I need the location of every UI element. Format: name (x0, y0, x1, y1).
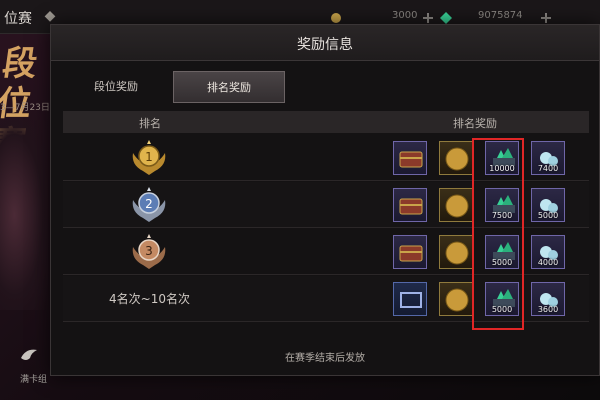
dialog-header: 奖励信息 (51, 25, 599, 61)
bottom-left-label: 满卡组 (20, 375, 48, 385)
tab-level-reward[interactable]: 段位奖励 (71, 71, 161, 103)
chest-icon[interactable] (393, 188, 427, 222)
reward-items: 10000 7400 (393, 141, 593, 175)
diamond-icon[interactable]: ◆ (42, 8, 58, 24)
item-quantity: 7500 (491, 211, 513, 220)
item-quantity: 5000 (491, 258, 513, 267)
resource-2-value: 9075874 (478, 10, 523, 21)
item-quantity: 10000 (489, 164, 515, 173)
dialog-title: 奖励信息 (297, 37, 353, 53)
rank-label: 4名次~10名次 (109, 292, 190, 306)
reward-items: 5000 4000 (393, 235, 593, 269)
reward-items: 5000 3600 (393, 282, 593, 316)
bronze-medal-icon: 3 (132, 234, 166, 269)
screen-title: 位赛 (4, 11, 32, 27)
plus-icon[interactable] (540, 9, 552, 23)
gold-medal-icon: 1 (132, 140, 166, 175)
tab-rank-reward[interactable]: 排名奖励 (173, 71, 285, 103)
item-quantity: 5000 (491, 305, 513, 314)
item-quantity: 7400 (537, 164, 559, 173)
frame-icon[interactable] (393, 282, 427, 316)
reward-info-dialog: 奖励信息 段位奖励 排名奖励 排名 排名奖励 1 10000 7400 2 75… (50, 24, 600, 376)
gem-pile-icon[interactable]: 5000 (531, 188, 565, 222)
table-header: 排名 排名奖励 (63, 111, 589, 133)
column-reward: 排名奖励 (453, 117, 497, 130)
coin-icon[interactable] (439, 141, 473, 175)
coin-icon[interactable] (439, 235, 473, 269)
crystal-icon[interactable]: 5000 (485, 235, 519, 269)
plus-icon[interactable] (422, 9, 434, 23)
coin-icon[interactable] (439, 188, 473, 222)
column-rank: 排名 (139, 117, 161, 130)
item-quantity: 3600 (537, 305, 559, 314)
crystal-icon[interactable]: 5000 (485, 282, 519, 316)
chest-icon[interactable] (393, 141, 427, 175)
rank-cell: 2 (63, 182, 263, 228)
character-art (0, 120, 48, 310)
svg-text:1: 1 (145, 150, 153, 164)
svg-text:3: 3 (145, 244, 153, 258)
crystal-currency-icon (440, 9, 452, 24)
gem-pile-icon[interactable]: 7400 (531, 141, 565, 175)
crystal-icon[interactable]: 10000 (485, 141, 519, 175)
promo-date: 3—7月23日 (0, 103, 50, 113)
table-row: 4名次~10名次 5000 3600 (63, 276, 589, 322)
chest-icon[interactable] (393, 235, 427, 269)
svg-text:2: 2 (145, 197, 153, 211)
rank-cell: 3 (63, 229, 263, 275)
distribution-note: 在赛季结束后发放 (285, 353, 365, 364)
crystal-icon[interactable]: 7500 (485, 188, 519, 222)
item-quantity: 4000 (537, 258, 559, 267)
coin-icon[interactable] (439, 282, 473, 316)
rank-cell: 4名次~10名次 (63, 276, 263, 322)
rank-cell: 1 (63, 135, 263, 181)
table-row: 2 7500 5000 (63, 182, 589, 228)
silver-medal-icon: 2 (132, 187, 166, 222)
reward-table: 排名 排名奖励 1 10000 7400 2 7500 5000 3 5000 … (63, 111, 589, 341)
tab-bar: 段位奖励 排名奖励 (63, 71, 589, 105)
item-quantity: 5000 (537, 211, 559, 220)
gem-pile-icon[interactable]: 3600 (531, 282, 565, 316)
dove-icon[interactable] (18, 344, 40, 366)
currency-icon (330, 9, 342, 23)
resource-1-value: 3000 (392, 10, 418, 21)
table-row: 1 10000 7400 (63, 135, 589, 181)
table-row: 3 5000 4000 (63, 229, 589, 275)
reward-items: 7500 5000 (393, 188, 593, 222)
gem-pile-icon[interactable]: 4000 (531, 235, 565, 269)
